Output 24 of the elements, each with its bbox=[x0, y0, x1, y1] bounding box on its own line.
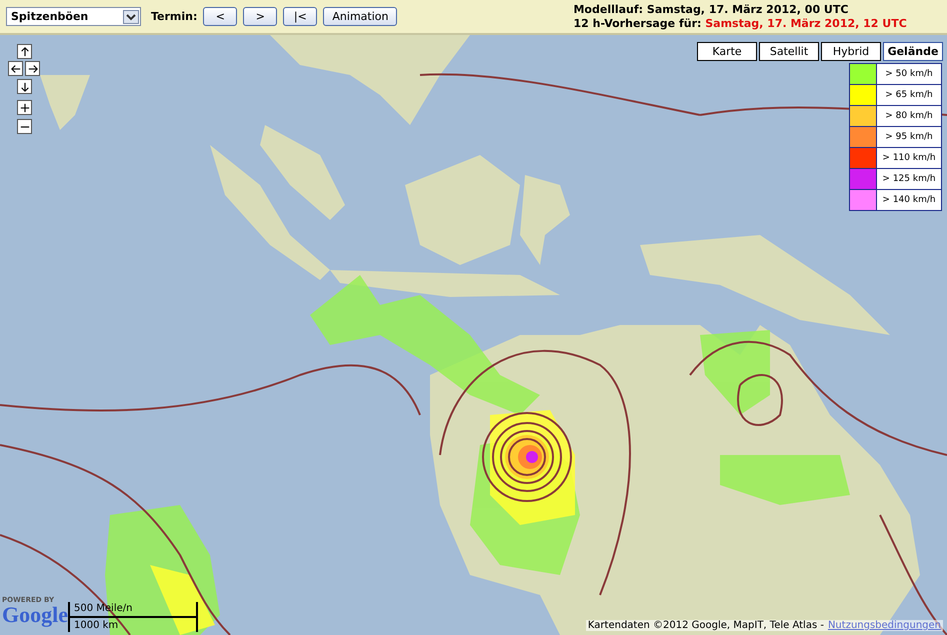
legend-label: > 50 km/h bbox=[884, 68, 934, 81]
attribution-text: Kartendaten ©2012 Google, MapIT, Tele Atlas - bbox=[588, 620, 824, 631]
nav-button[interactable]: Animation bbox=[323, 7, 398, 26]
termin-label: Termin: bbox=[151, 10, 198, 23]
forecast-label: 12 h-Vorhersage für: bbox=[573, 16, 702, 30]
product-select[interactable]: Spitzenböen bbox=[6, 7, 141, 26]
nav-button[interactable]: |< bbox=[283, 7, 318, 26]
map-type-tab[interactable]: Hybrid bbox=[821, 42, 881, 61]
model-run-text: Modelllauf: Samstag, 17. März 2012, 00 UTC bbox=[573, 2, 850, 16]
legend-label: > 65 km/h bbox=[884, 89, 934, 102]
terms-link[interactable]: Nutzungsbedingungen bbox=[828, 620, 941, 631]
logo-text: Google bbox=[2, 604, 68, 626]
map-type-tab[interactable]: Karte bbox=[697, 42, 757, 61]
nav-button[interactable]: < bbox=[203, 7, 238, 26]
map-type-tab[interactable]: Gelände bbox=[883, 42, 943, 61]
scale-km: 1000 km bbox=[73, 619, 120, 632]
legend-label: > 80 km/h bbox=[884, 110, 934, 123]
legend-label: > 125 km/h bbox=[881, 173, 937, 186]
map-type-tab[interactable]: Satellit bbox=[759, 42, 819, 61]
legend-label: > 95 km/h bbox=[884, 131, 934, 144]
forecast-time: Samstag, 17. März 2012, 12 UTC bbox=[705, 16, 907, 30]
legend-label: > 140 km/h bbox=[881, 194, 937, 207]
nav-button[interactable]: > bbox=[243, 7, 278, 26]
legend-label: > 110 km/h bbox=[881, 152, 937, 165]
